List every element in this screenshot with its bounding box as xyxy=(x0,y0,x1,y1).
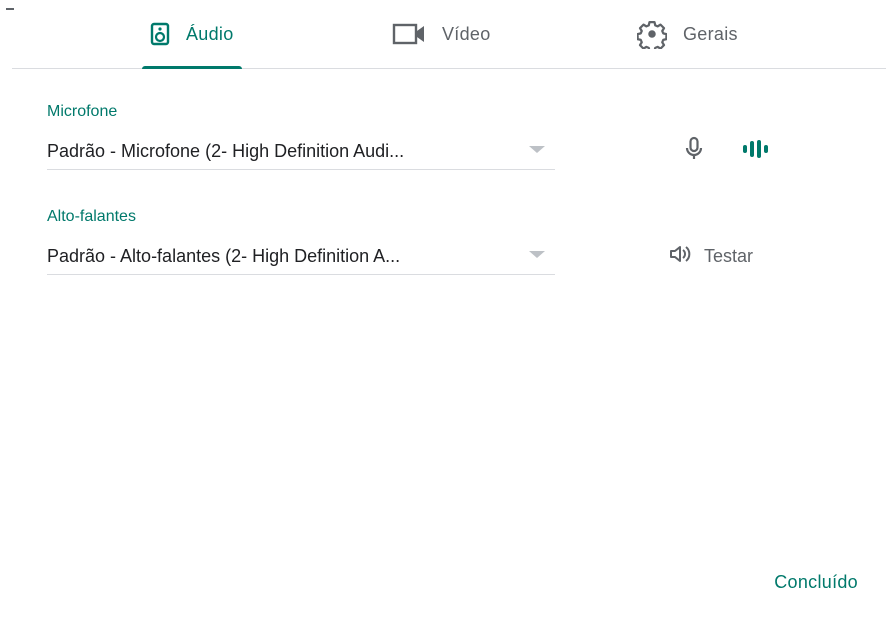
speakers-select-value: Padrão - Alto-falantes (2- High Definiti… xyxy=(47,245,401,266)
tab-general[interactable]: Gerais xyxy=(637,0,738,68)
tab-audio-label: Áudio xyxy=(186,23,234,44)
dropdown-arrow-icon xyxy=(529,251,545,258)
done-button[interactable]: Concluído xyxy=(774,566,858,598)
microphone-select-value: Padrão - Microfone (2- High Definition A… xyxy=(47,140,405,161)
tab-video[interactable]: Vídeo xyxy=(392,0,491,68)
gear-icon xyxy=(637,19,667,49)
speakers-label: Alto-falantes xyxy=(47,208,136,225)
microphone-icon xyxy=(684,136,704,167)
tab-video-label: Vídeo xyxy=(442,23,491,44)
settings-tabs: Áudio Vídeo Gerais xyxy=(12,0,886,69)
volume-icon xyxy=(668,243,692,270)
microphone-label: Microfone xyxy=(47,103,118,120)
tab-general-label: Gerais xyxy=(683,23,738,44)
audio-level-indicator xyxy=(740,139,772,164)
video-camera-icon xyxy=(392,23,426,45)
tab-audio[interactable]: Áudio xyxy=(142,0,242,69)
settings-dialog: Áudio Vídeo Gerais Microfone Padrão - Mi… xyxy=(0,0,886,622)
speakers-select[interactable]: Padrão - Alto-falantes (2- High Definiti… xyxy=(47,238,555,275)
audio-level-icon xyxy=(741,139,771,164)
speaker-test-label: Testar xyxy=(704,245,754,266)
microphone-test-button[interactable] xyxy=(680,136,708,166)
microphone-select[interactable]: Padrão - Microfone (2- High Definition A… xyxy=(47,133,555,170)
speaker-test-button[interactable]: Testar xyxy=(668,240,753,272)
dropdown-arrow-icon xyxy=(529,146,545,153)
speaker-icon xyxy=(150,22,170,46)
